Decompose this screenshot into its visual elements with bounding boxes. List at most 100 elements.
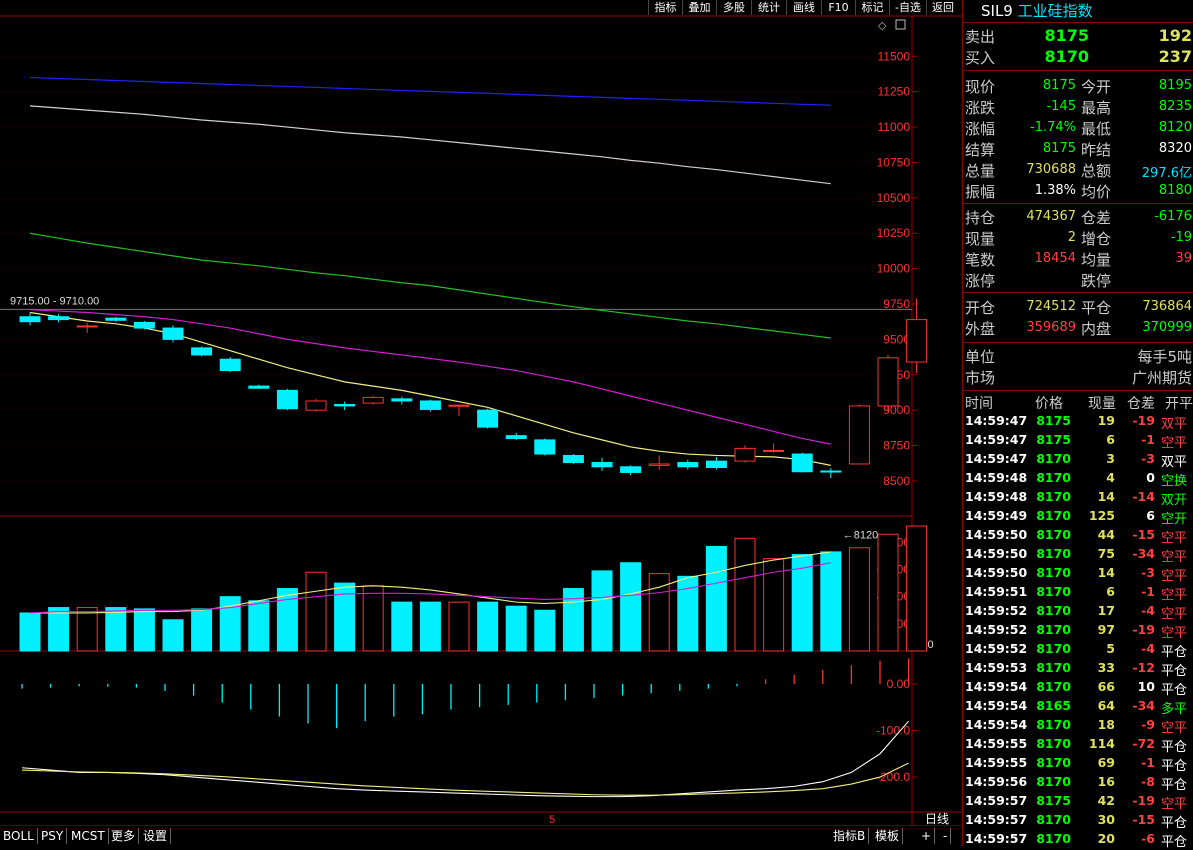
tick-cell: 14:59:53 <box>965 660 1028 675</box>
position-row-value: -19 <box>1170 230 1192 245</box>
volume-bar <box>362 585 384 652</box>
tick-cell: 42 <box>1097 793 1115 808</box>
position-row-label: 仓差 <box>1081 209 1112 227</box>
bottom-tab-1[interactable]: PSY <box>38 828 68 844</box>
openclose-row-value: 370999 <box>1142 320 1192 335</box>
tick-row: 14:59:48 8170 4 0 空换 <box>963 470 1193 489</box>
bottom-right-3[interactable]: - <box>940 828 952 844</box>
tick-cell: 6 <box>1146 508 1155 523</box>
quote-row-label: 现价 <box>965 78 996 96</box>
bottom-right-0[interactable]: 指标B <box>830 828 870 844</box>
tick-cell: 14:59:47 <box>965 451 1028 466</box>
tick-cell: 17 <box>1097 603 1115 618</box>
bottom-tab-0[interactable]: BOLL <box>0 828 38 844</box>
tick-cell: -1 <box>1141 755 1155 770</box>
separator <box>963 203 1193 204</box>
separator <box>963 390 1193 391</box>
candle-body <box>391 398 413 402</box>
tick-row: 14:59:50 8170 75 -34 空平 <box>963 546 1193 565</box>
ticks-header-col: 仓差 <box>1127 396 1155 412</box>
tick-cell: -34 <box>1132 546 1155 561</box>
tick-row: 14:59:48 8170 14 -14 双开 <box>963 489 1193 508</box>
bottom-tab-4[interactable]: 设置 <box>140 828 172 844</box>
quote-row-label: 振幅 <box>965 183 996 201</box>
tick-cell: 14:59:54 <box>965 698 1028 713</box>
tick-cell: 19 <box>1097 413 1115 428</box>
kline-chart: 日线58500875090009250950097501000010250105… <box>0 15 962 827</box>
openclose-row-value: 736864 <box>1142 299 1192 314</box>
position-row-label: 增仓 <box>1081 230 1112 248</box>
tick-row: 14:59:50 8170 44 -15 空平 <box>963 527 1193 546</box>
tick-cell: 14:59:49 <box>965 508 1028 523</box>
tick-cell: 空平 <box>1161 626 1188 641</box>
tick-cell: 8165 <box>1036 698 1071 713</box>
tick-cell: 8170 <box>1036 527 1071 542</box>
volume-bar <box>305 571 327 652</box>
tick-row: 14:59:47 8175 19 -19 双平 <box>963 413 1193 432</box>
openclose-row-value: 359689 <box>1026 320 1076 335</box>
tick-row: 14:59:55 8170 69 -1 平仓 <box>963 755 1193 774</box>
tick-cell: 平仓 <box>1161 835 1188 850</box>
candle-body <box>105 317 127 321</box>
quote-row-value: 8120 <box>1158 120 1192 135</box>
tick-cell: 8170 <box>1036 489 1071 504</box>
low-marker-label: ←8120 <box>843 530 878 542</box>
tick-cell: 14:59:47 <box>965 432 1028 447</box>
tick-cell: 空平 <box>1161 569 1188 584</box>
instrument-code: SIL9 <box>981 2 1013 20</box>
tick-cell: 14:59:47 <box>965 413 1028 428</box>
quote-row-label: 昨结 <box>1081 141 1112 159</box>
candle-body <box>419 400 441 410</box>
tick-cell: -14 <box>1132 489 1155 504</box>
sell-price: 8175 <box>1044 26 1089 45</box>
volume-bar <box>877 533 899 652</box>
tick-cell: 64 <box>1097 698 1115 713</box>
x-marker: 5 <box>549 814 555 826</box>
volume-bar <box>191 608 213 652</box>
quote-row-value: -1.74% <box>1030 120 1076 135</box>
tick-cell: 69 <box>1097 755 1115 770</box>
position-row-value: 39 <box>1175 251 1192 266</box>
tick-cell: 8170 <box>1036 565 1071 580</box>
candle-body <box>505 435 527 439</box>
price-tick-label: 11000 <box>878 120 911 134</box>
ticks-header: 时间 价格 现量 仓差 开平 <box>963 393 1193 412</box>
tick-row: 14:59:49 8170 125 6 空开 <box>963 508 1193 527</box>
macd-dea-line <box>21 762 909 796</box>
bottom-tab-2[interactable]: MCST <box>68 828 109 844</box>
bottom-right-1[interactable]: 模板 <box>872 828 904 844</box>
tick-row: 14:59:54 8170 18 -9 空平 <box>963 717 1193 736</box>
position-row-label: 现量 <box>965 230 996 248</box>
volume-bar <box>133 608 155 652</box>
candle-body <box>477 409 499 428</box>
market-label: 市场 <box>965 369 996 387</box>
tick-cell: -15 <box>1132 812 1155 827</box>
bottom-tab-3[interactable]: 更多 <box>108 828 140 844</box>
separator <box>963 70 1193 71</box>
position-row-label: 涨停 <box>965 272 996 290</box>
bottom-right-2[interactable]: + <box>918 828 936 844</box>
tick-cell: -6 <box>1141 831 1155 846</box>
candle-body <box>791 453 813 473</box>
tick-cell: 空平 <box>1161 531 1188 546</box>
tick-cell: 8170 <box>1036 546 1071 561</box>
tick-cell: 多平 <box>1161 702 1188 717</box>
tick-cell: 10 <box>1137 679 1155 694</box>
candle-body <box>133 321 155 329</box>
tick-cell: -12 <box>1132 660 1155 675</box>
quote-row-label: 最高 <box>1081 99 1112 117</box>
quote-row-value: 8175 <box>1042 141 1076 156</box>
candle-body <box>534 439 556 455</box>
position-row-value: 2 <box>1067 230 1076 245</box>
candle-body <box>362 396 384 404</box>
tick-cell: 8170 <box>1036 660 1071 675</box>
volume-bar <box>848 547 870 652</box>
candle-body <box>19 316 41 323</box>
openclose-row-value: 724512 <box>1026 299 1076 314</box>
quote-row-value: 1.38% <box>1034 183 1076 198</box>
quote-row-value: 297.6亿 <box>1141 166 1192 181</box>
quote-row-value: 8195 <box>1158 78 1192 93</box>
window-icon <box>895 19 906 30</box>
unit-label: 单位 <box>965 348 996 366</box>
candle-body <box>162 327 184 340</box>
